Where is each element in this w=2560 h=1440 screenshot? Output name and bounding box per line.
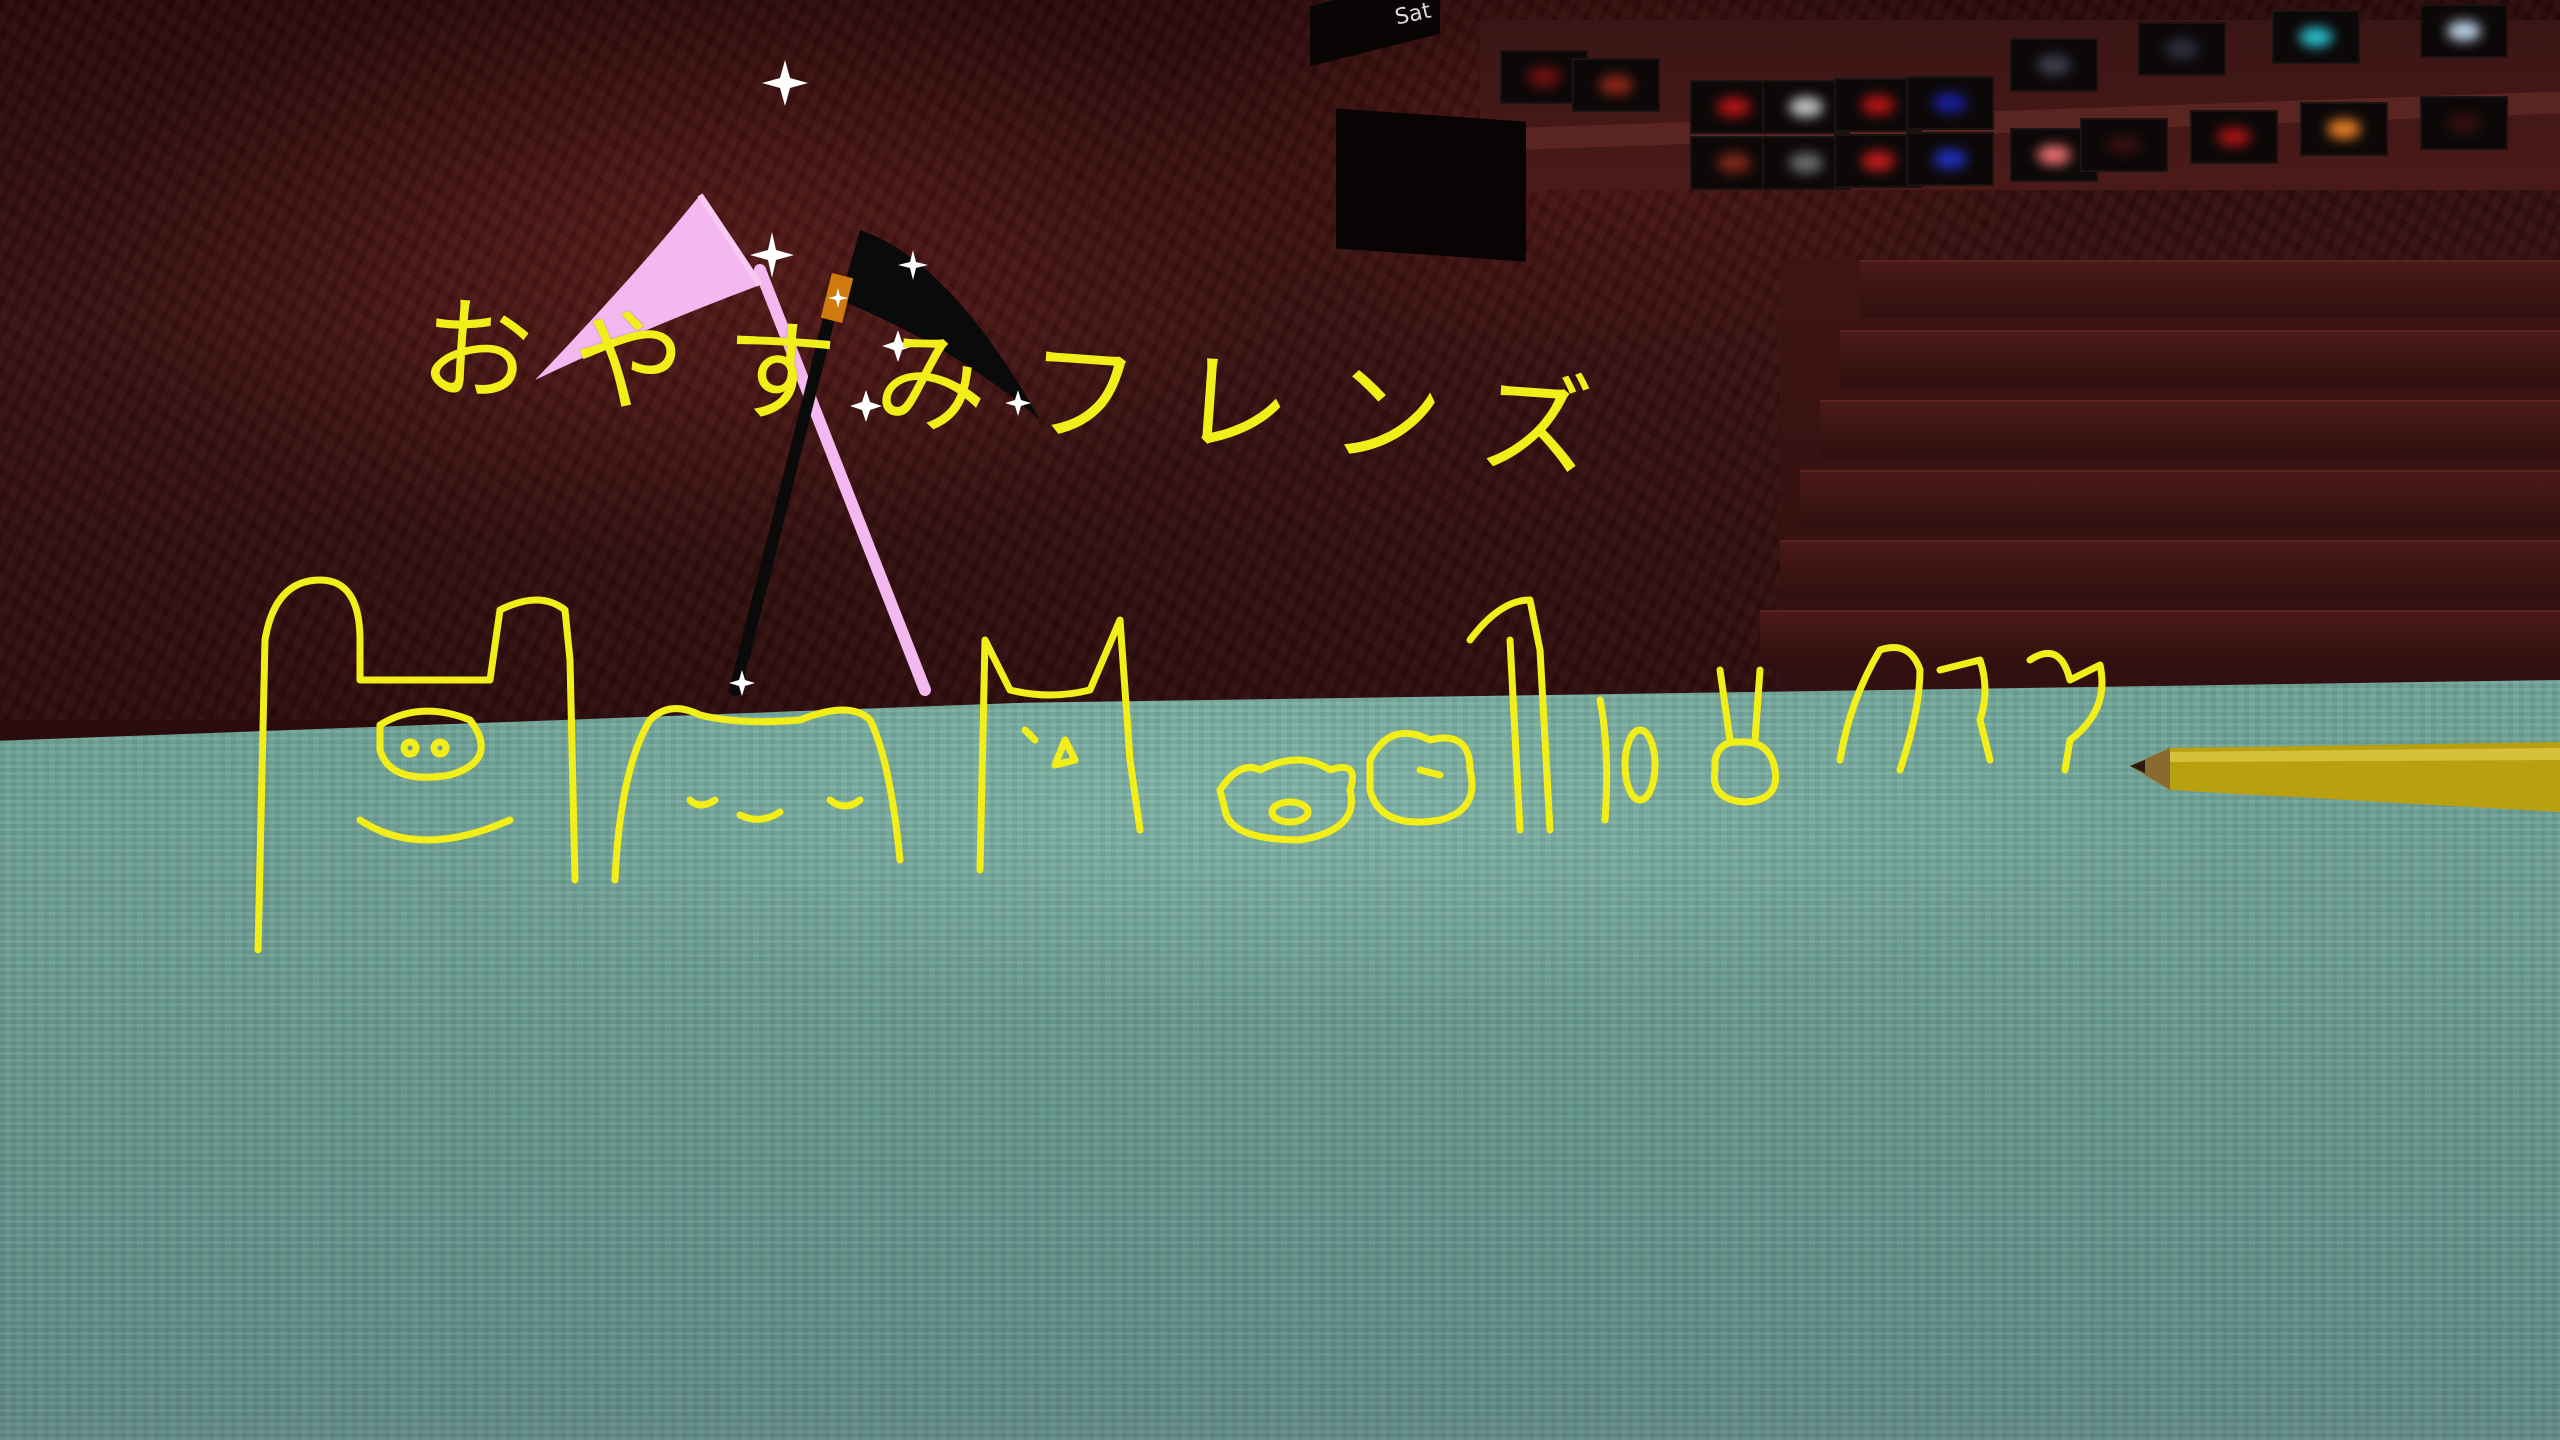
small-figure-doodle [1596, 696, 1611, 824]
blob-doodle [1366, 729, 1476, 826]
cat-doodle [611, 705, 904, 884]
bear-doodle [254, 576, 579, 954]
vr-world-scene: Sat おやすみフレンズ [0, 0, 2560, 1440]
pencil-icon[interactable] [2130, 742, 2560, 812]
rabbit-doodle [1716, 666, 1764, 744]
scene-overlay [254, 60, 2560, 954]
chick-doodle [2026, 649, 2106, 774]
animal-doodles [254, 576, 2106, 954]
giraffe-doodle [1466, 596, 1554, 834]
bird-doodle [1836, 644, 1924, 774]
